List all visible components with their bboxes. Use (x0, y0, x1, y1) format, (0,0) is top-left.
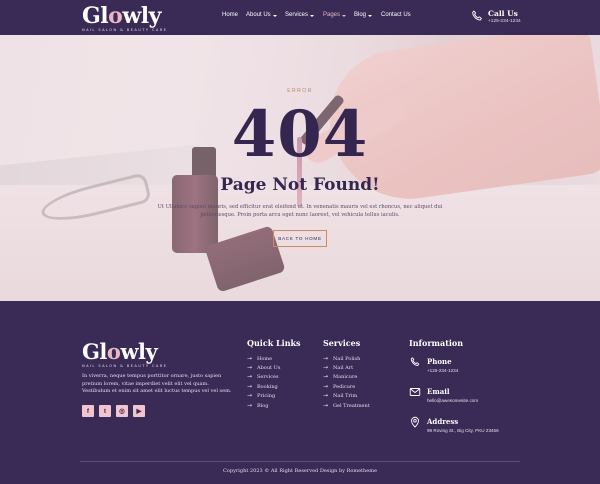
error-description: Ut Ullamco sapien mauris, sed efficitur … (157, 204, 443, 218)
arrow-right-icon: → (247, 373, 253, 381)
service-link-item[interactable]: → Pedicure (323, 382, 370, 391)
email-value[interactable]: hello@awesomesite.com (427, 398, 478, 403)
call-number[interactable]: +125-234-1234 (488, 19, 521, 24)
email-title: Email (427, 387, 450, 396)
site-footer: Glowly NAIL SALON & BEAUTY CARE In viver… (0, 301, 600, 484)
address-value: 99 Roving St., Big City, PKU 23456 (427, 428, 499, 433)
location-pin-icon (411, 416, 419, 428)
information: Information Phone +125-234-1234 Email he… (409, 338, 559, 438)
hero-404: ERROR 404 Page Not Found! Ut Ullamco sap… (0, 35, 600, 301)
arrow-right-icon: → (323, 382, 329, 390)
nav-blog[interactable]: Blog (354, 12, 381, 18)
footer-logo[interactable]: Glowly NAIL SALON & BEAUTY CARE (82, 339, 168, 369)
service-link-item[interactable]: → Manicure (323, 373, 370, 382)
arrow-right-icon: → (323, 364, 329, 372)
twitter-icon[interactable]: t (99, 405, 111, 417)
services-links: Services → Nail Polish → Nail Art → Manicur… (323, 338, 370, 410)
footer-logo-wordmark: Glowly (82, 339, 158, 364)
chevron-down-icon (310, 14, 315, 17)
footer-about-text: In viverra, neque tempus porttitor ornar… (82, 373, 232, 395)
arrow-right-icon: → (323, 401, 329, 409)
phone-value[interactable]: +125-234-1234 (427, 368, 458, 373)
quick-links: Quick Links → Home → About Us → Services → B… (247, 338, 301, 410)
youtube-icon[interactable]: ▶ (133, 405, 145, 417)
error-code: 404 (231, 97, 369, 172)
arrow-right-icon: → (323, 392, 329, 400)
nav-contact-us[interactable]: Contact Us (381, 12, 411, 18)
back-to-home-button[interactable]: BACK TO HOME (273, 230, 327, 247)
facebook-icon[interactable]: f (82, 405, 94, 417)
site-header: Glowly NAIL SALON & BEAUTY CARE Home Abo… (0, 0, 600, 35)
quick-link-item[interactable]: → Pricing (247, 392, 301, 401)
copyright-text: Copyright 2023 © All Right Reserved Desi… (223, 468, 377, 474)
arrow-right-icon: → (323, 373, 329, 381)
footer-logo-tagline: NAIL SALON & BEAUTY CARE (82, 364, 168, 368)
info-address: Address 99 Roving St., Big City, PKU 234… (409, 416, 559, 438)
quick-link-item[interactable]: → Blog (247, 401, 301, 410)
information-title: Information (409, 338, 464, 348)
phone-title: Phone (427, 357, 452, 366)
chevron-down-icon (342, 14, 347, 17)
logo-wordmark: Glowly (82, 3, 161, 29)
instagram-icon[interactable]: ◎ (116, 405, 128, 417)
arrow-right-icon: → (247, 382, 253, 390)
phone-icon (472, 10, 482, 21)
arrow-right-icon: → (247, 364, 253, 372)
nav-home[interactable]: Home (222, 12, 246, 18)
nav-services[interactable]: Services (285, 12, 323, 18)
site-logo[interactable]: Glowly NAIL SALON & BEAUTY CARE (82, 5, 167, 32)
service-link-item[interactable]: → Nail Trim (323, 392, 370, 401)
page-title: Page Not Found! (220, 175, 380, 195)
services-title: Services (323, 338, 361, 348)
call-title: Call Us (488, 9, 518, 18)
service-link-item[interactable]: → Nail Polish (323, 354, 370, 363)
error-label: ERROR (287, 88, 313, 94)
logo-tagline: NAIL SALON & BEAUTY CARE (82, 28, 168, 32)
quick-link-item[interactable]: → Home (247, 354, 301, 363)
address-title: Address (427, 417, 459, 426)
call-us[interactable]: Call Us +125-234-1234 (470, 9, 521, 24)
quick-link-item[interactable]: → Services (247, 373, 301, 382)
service-link-item[interactable]: → Nail Art (323, 363, 370, 372)
quick-link-item[interactable]: → About Us (247, 363, 301, 372)
nav-about-us[interactable]: About Us (246, 12, 285, 18)
arrow-right-icon: → (247, 354, 253, 362)
quick-link-item[interactable]: → Booking (247, 382, 301, 391)
arrow-right-icon: → (247, 401, 253, 409)
main-nav: Home About Us Services Pages Blog Contac… (222, 12, 411, 18)
phone-icon (410, 357, 420, 366)
chevron-down-icon (272, 14, 277, 17)
hero-content: ERROR 404 Page Not Found! Ut Ullamco sap… (0, 35, 600, 301)
info-phone: Phone +125-234-1234 (409, 356, 559, 378)
footer-divider (80, 461, 520, 462)
social-links: f t ◎ ▶ (82, 405, 145, 417)
service-link-item[interactable]: → Gel Treatment (323, 401, 370, 410)
arrow-right-icon: → (247, 392, 253, 400)
chevron-down-icon (368, 14, 373, 17)
nav-pages[interactable]: Pages (323, 12, 354, 18)
quick-links-title: Quick Links (247, 338, 301, 348)
arrow-right-icon: → (323, 354, 329, 362)
info-email: Email hello@awesomesite.com (409, 386, 559, 408)
email-icon (409, 388, 421, 396)
